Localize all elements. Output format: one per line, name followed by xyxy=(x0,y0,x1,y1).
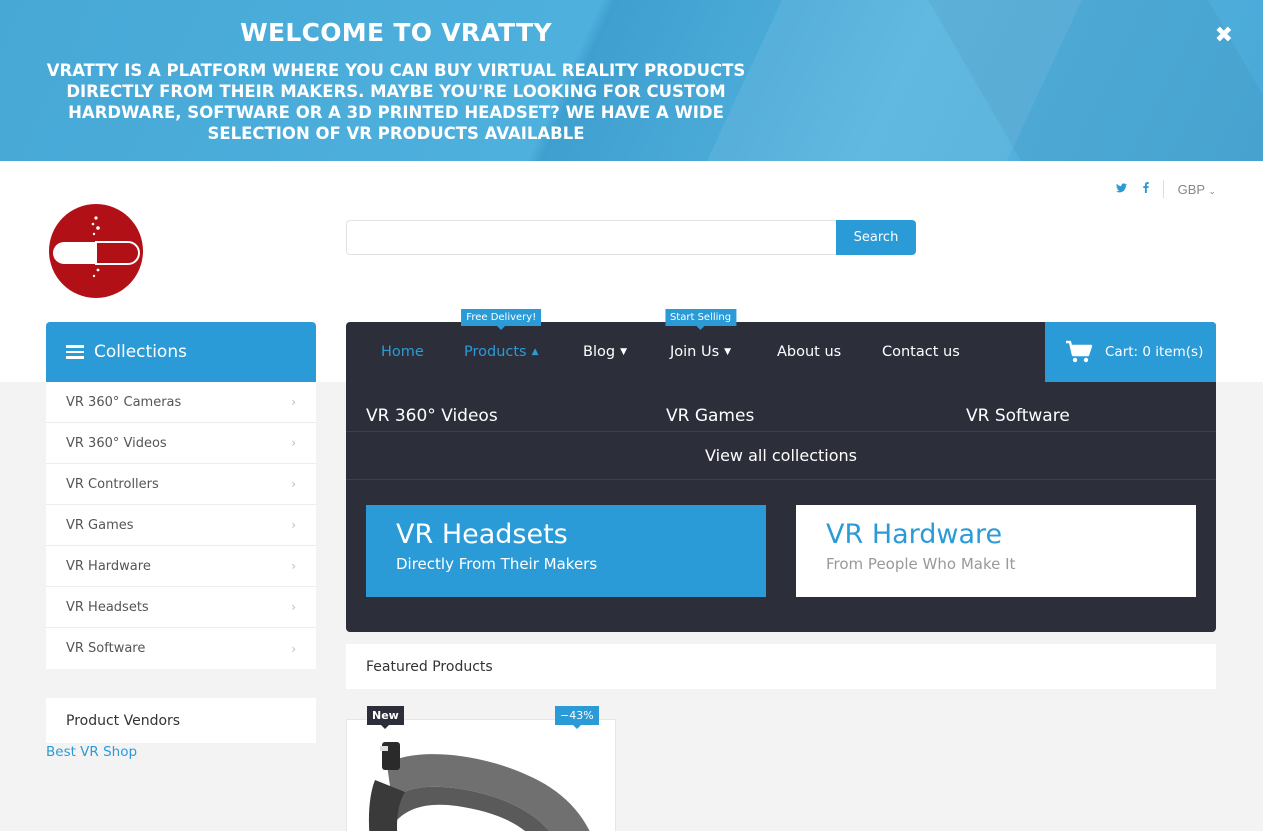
sidebar-item-vr-360-cameras[interactable]: VR 360° Cameras › xyxy=(46,382,316,423)
vr-headset-product-image xyxy=(368,742,590,831)
facebook-icon[interactable] xyxy=(1142,182,1149,196)
nav-label: Home xyxy=(381,344,424,360)
discount-badge: −43% xyxy=(555,706,599,729)
search-input[interactable] xyxy=(346,220,836,255)
product-card[interactable] xyxy=(346,719,616,831)
nav-label: Join Us xyxy=(670,344,720,360)
promo-title: VR Hardware xyxy=(826,519,1003,550)
nav-contact-us[interactable]: Contact us xyxy=(882,322,960,382)
sidebar-item-label: VR Hardware xyxy=(66,558,151,574)
currency-selector[interactable]: GBP ⌄ xyxy=(1178,182,1216,197)
nav-label: Products xyxy=(464,344,527,360)
nav-label: Blog xyxy=(583,344,616,360)
dropdown-link-vr-games[interactable]: VR Games xyxy=(666,406,754,426)
chevron-right-icon: › xyxy=(291,518,296,532)
start-selling-badge: Start Selling xyxy=(664,309,737,330)
chevron-right-icon: › xyxy=(291,559,296,573)
nav-blog[interactable]: Blog ▼ xyxy=(583,322,627,382)
main-nav: Home Free Delivery! Products ▲ Blog ▼ Star… xyxy=(346,309,1216,382)
sidebar-item-vr-controllers[interactable]: VR Controllers › xyxy=(46,464,316,505)
divider xyxy=(346,479,1216,480)
sidebar-item-vr-hardware[interactable]: VR Hardware › xyxy=(46,546,316,587)
nav-label: Contact us xyxy=(882,344,960,360)
view-all-collections-link[interactable]: View all collections xyxy=(346,446,1216,465)
free-delivery-badge: Free Delivery! xyxy=(461,309,542,330)
nav-home[interactable]: Home xyxy=(381,322,424,382)
promo-subtitle: From People Who Make It xyxy=(826,555,1016,573)
chevron-right-icon: › xyxy=(291,436,296,450)
twitter-icon[interactable] xyxy=(1115,182,1127,196)
chevron-right-icon: › xyxy=(291,641,296,656)
site-logo[interactable] xyxy=(49,204,143,298)
cart-button[interactable]: Cart: 0 item(s) xyxy=(1045,322,1216,382)
banner-text: VRATTY IS A PLATFORM WHERE YOU CAN BUY V… xyxy=(46,61,746,143)
chevron-right-icon: › xyxy=(291,600,296,614)
products-dropdown: VR 360° Videos VR Games VR Software View… xyxy=(346,382,1216,632)
close-icon[interactable]: ✖ xyxy=(1215,24,1233,48)
promo-title: VR Headsets xyxy=(396,519,568,550)
menu-icon xyxy=(66,345,84,359)
banner-title: WELCOME TO VRATTY xyxy=(240,18,552,47)
product-vendors-header: Product Vendors xyxy=(46,698,316,743)
welcome-banner: WELCOME TO VRATTY VRATTY IS A PLATFORM W… xyxy=(0,0,1263,161)
divider xyxy=(1162,180,1164,198)
sidebar-item-label: VR Controllers xyxy=(66,476,159,492)
chevron-down-icon: ▼ xyxy=(724,347,732,357)
nav-label: About us xyxy=(777,344,842,360)
search-bar: Search xyxy=(346,220,916,255)
collections-list: VR 360° Cameras › VR 360° Videos › VR Cont… xyxy=(46,382,316,669)
sidebar-item-label: VR Games xyxy=(66,517,134,533)
divider xyxy=(346,431,1216,432)
sidebar-item-label: VR Software xyxy=(66,641,146,656)
chevron-down-icon: ▼ xyxy=(620,347,627,357)
nav-products[interactable]: Free Delivery! Products ▲ xyxy=(461,309,542,382)
sidebar-item-vr-software[interactable]: VR Software › xyxy=(46,628,316,669)
dropdown-link-vr-360-videos[interactable]: VR 360° Videos xyxy=(366,406,498,426)
pill-logo-icon xyxy=(53,216,140,278)
collections-title: Collections xyxy=(94,342,187,362)
chevron-right-icon: › xyxy=(291,477,296,491)
sidebar-item-label: VR 360° Videos xyxy=(66,435,167,451)
featured-products-header: Featured Products xyxy=(346,644,1216,689)
collections-header[interactable]: Collections xyxy=(46,322,316,382)
new-badge: New xyxy=(367,706,404,729)
nav-about-us[interactable]: About us xyxy=(777,322,841,382)
vendor-link-best-vr-shop[interactable]: Best VR Shop xyxy=(46,744,137,760)
sidebar-item-label: VR Headsets xyxy=(66,599,149,615)
topbar: GBP ⌄ xyxy=(1100,180,1216,198)
sidebar-item-vr-360-videos[interactable]: VR 360° Videos › xyxy=(46,423,316,464)
promo-vr-hardware[interactable]: VR Hardware From People Who Make It xyxy=(796,505,1196,597)
nav-join-us[interactable]: Start Selling Join Us ▼ xyxy=(664,309,737,382)
sidebar-item-vr-headsets[interactable]: VR Headsets › xyxy=(46,587,316,628)
promo-vr-headsets[interactable]: VR Headsets Directly From Their Makers xyxy=(366,505,766,597)
dropdown-link-vr-software[interactable]: VR Software xyxy=(966,406,1070,426)
promo-subtitle: Directly From Their Makers xyxy=(396,555,598,573)
cart-label: Cart: 0 item(s) xyxy=(1105,344,1204,360)
sidebar-item-vr-games[interactable]: VR Games › xyxy=(46,505,316,546)
cart-icon xyxy=(1066,340,1093,363)
currency-label: GBP xyxy=(1177,181,1205,197)
search-button[interactable]: Search xyxy=(836,220,916,255)
chevron-down-icon: ⌄ xyxy=(1208,185,1216,196)
sidebar-item-label: VR 360° Cameras xyxy=(66,394,182,410)
chevron-right-icon: › xyxy=(291,395,296,409)
chevron-up-icon: ▲ xyxy=(531,347,539,357)
